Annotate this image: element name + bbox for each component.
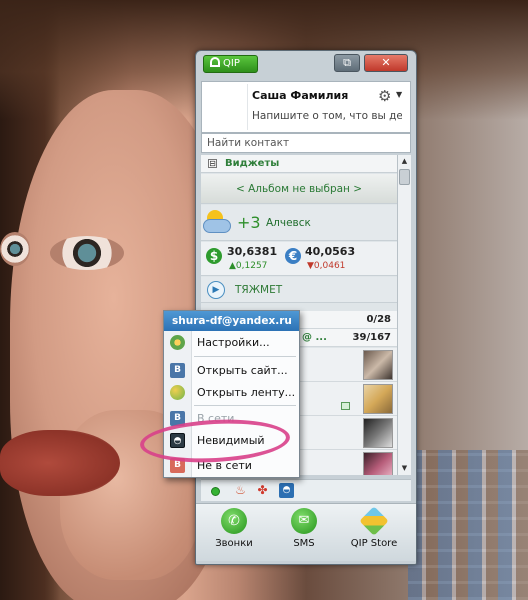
store-label: QIP Store xyxy=(350,538,398,549)
play-icon[interactable]: ▶ xyxy=(207,281,225,299)
wallpaper-eye xyxy=(0,232,30,266)
status-message-field[interactable]: Напишите о том, что вы де... xyxy=(252,110,402,122)
feed-icon xyxy=(170,385,185,400)
weather-widget[interactable]: +3 Алчевск xyxy=(201,205,397,241)
close-icon: ✕ xyxy=(381,56,391,69)
settings-icon xyxy=(170,335,185,350)
radio-station: ТЯЖМЕТ xyxy=(235,284,283,296)
bottom-toolbar: ✆ Звонки ✉ SMS QIP Store xyxy=(196,503,416,561)
scrollbar[interactable]: ▲ ▼ xyxy=(397,155,411,475)
menu-item-label: Открыть ленту... xyxy=(197,386,296,399)
qip-logo-icon xyxy=(210,57,220,67)
store-cube-icon xyxy=(359,506,389,536)
restore-icon: ⧉ xyxy=(343,56,351,69)
phone-icon: ✆ xyxy=(221,508,247,534)
currency-widget[interactable]: $ 30,6381 ▲0,1257 € 40,0563 ▼0,0461 xyxy=(201,242,397,276)
menu-item-open-feed[interactable]: Открыть ленту... xyxy=(164,381,299,405)
profile-name[interactable]: Саша Фамилия xyxy=(252,89,348,102)
online-status-icon[interactable] xyxy=(211,487,220,496)
scroll-down-icon[interactable]: ▼ xyxy=(398,462,411,474)
contact-avatar xyxy=(363,452,393,475)
envelope-icon: ✉ xyxy=(291,508,317,534)
contact-avatar xyxy=(363,384,393,414)
eur-delta: ▼0,0461 xyxy=(307,261,346,271)
status-flag-icon xyxy=(341,402,350,410)
wallpaper-lips xyxy=(0,430,120,496)
dollar-icon: $ xyxy=(206,248,222,264)
album-widget[interactable]: < Альбом не выбран > xyxy=(201,174,397,204)
usd-delta: ▲0,1257 xyxy=(229,261,268,271)
menu-item-label: Настройки... xyxy=(197,336,270,349)
sms-label: SMS xyxy=(293,538,315,549)
calls-button[interactable]: ✆ Звонки xyxy=(204,508,264,549)
vk-icon: B xyxy=(170,363,185,378)
qip-store-button[interactable]: QIP Store xyxy=(340,506,408,549)
menu-item-settings[interactable]: Настройки... xyxy=(164,331,299,355)
wallpaper-mosaic xyxy=(408,450,528,600)
qip-menu-button[interactable]: QIP xyxy=(203,55,258,73)
group-count: 39/167 xyxy=(352,332,391,343)
gear-icon[interactable]: ⚙ xyxy=(378,87,391,105)
scroll-up-icon[interactable]: ▲ xyxy=(398,155,411,167)
app-badge-label: QIP xyxy=(223,58,240,69)
titlebar: QIP ⧉ ✕ xyxy=(196,51,416,77)
avatar[interactable] xyxy=(204,84,248,130)
restore-button[interactable]: ⧉ xyxy=(334,54,360,72)
qip-status-icon[interactable]: ♨ xyxy=(233,483,248,498)
weather-icon xyxy=(203,209,231,235)
clover-icon[interactable]: ✤ xyxy=(255,483,270,498)
menu-divider xyxy=(194,356,296,357)
widgets-label: Виджеты xyxy=(225,158,280,169)
menu-item-label: Открыть сайт... xyxy=(197,364,288,377)
usd-rate: 30,6381 xyxy=(227,245,278,258)
contact-avatar xyxy=(363,350,393,380)
menu-account-header: shura-df@yandex.ru xyxy=(164,311,299,331)
weather-temperature: +3 xyxy=(237,213,261,232)
invisible-mask-icon[interactable]: ◓ xyxy=(279,483,294,498)
menu-divider xyxy=(194,405,296,406)
sms-button[interactable]: ✉ SMS xyxy=(274,508,334,549)
scroll-thumb[interactable] xyxy=(399,169,410,185)
radio-widget[interactable]: ▶ ТЯЖМЕТ xyxy=(201,277,397,303)
weather-city: Алчевск xyxy=(266,217,311,229)
calls-label: Звонки xyxy=(215,538,253,549)
qip-main-window: QIP ⧉ ✕ Саша Фамилия Напишите о том, что… xyxy=(195,50,417,565)
status-bar: ♨ ✤ ◓ xyxy=(201,479,411,501)
close-button[interactable]: ✕ xyxy=(364,54,408,72)
wallpaper-eye xyxy=(50,236,124,270)
collapse-icon[interactable]: ⊟ xyxy=(208,159,217,168)
widgets-header[interactable]: ⊟ Виджеты xyxy=(201,155,397,173)
contact-avatar xyxy=(363,418,393,448)
menu-item-open-site[interactable]: B Открыть сайт... xyxy=(164,359,299,383)
group-count: 0/28 xyxy=(366,314,391,325)
search-input[interactable]: Найти контакт xyxy=(201,133,411,153)
chevron-down-icon[interactable]: ▼ xyxy=(396,90,402,99)
eur-rate: 40,0563 xyxy=(305,245,356,258)
profile-panel: Саша Фамилия Напишите о том, что вы де..… xyxy=(201,81,411,133)
euro-icon: € xyxy=(285,248,301,264)
